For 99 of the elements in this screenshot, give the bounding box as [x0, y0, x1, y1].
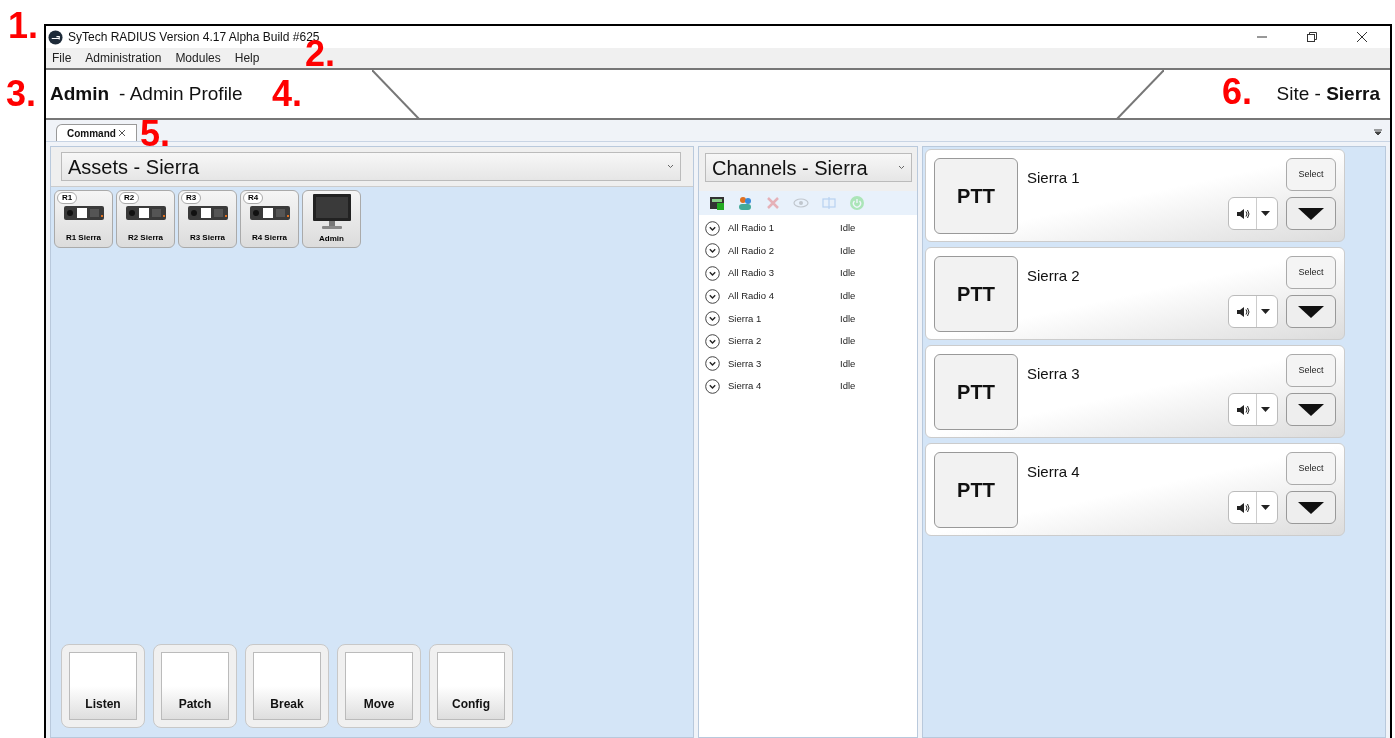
channel-status: Idle — [840, 221, 856, 236]
channel-status: Idle — [840, 311, 856, 326]
channel-name: All Radio 4 — [728, 288, 775, 303]
callout-number: 3. — [6, 76, 37, 112]
volume-button[interactable] — [1228, 393, 1278, 426]
chevron-down-icon — [667, 164, 674, 169]
speaker-icon — [1237, 208, 1250, 219]
monitor-icon — [311, 193, 352, 231]
asset-tile[interactable]: Admin — [302, 190, 361, 248]
expand-button[interactable] — [1286, 393, 1336, 426]
chevron-circle-icon[interactable] — [705, 378, 720, 394]
radio-device-icon — [125, 206, 166, 220]
channel-name: Sierra 4 — [728, 379, 763, 394]
expand-button[interactable] — [1286, 197, 1336, 230]
expand-button[interactable] — [1286, 295, 1336, 328]
ptt-button[interactable]: PTT — [934, 354, 1018, 430]
caret-down-icon[interactable] — [1261, 309, 1270, 314]
caret-down-icon — [1298, 305, 1324, 318]
volume-button[interactable] — [1228, 197, 1278, 230]
radio-device-icon — [63, 206, 104, 220]
menu-item[interactable]: Modules — [175, 49, 221, 67]
tab[interactable]: Command — [56, 124, 137, 141]
caret-down-icon[interactable] — [1261, 407, 1270, 412]
channel-name: Sierra 2 — [728, 334, 763, 349]
channel-name: All Radio 1 — [728, 221, 775, 236]
caret-down-icon[interactable] — [1261, 211, 1270, 216]
chevron-circle-icon[interactable] — [705, 266, 720, 281]
chevron-circle-icon[interactable] — [705, 288, 720, 304]
channel-title: Sierra 3 — [1027, 364, 1080, 383]
asset-tile[interactable]: R4 R4 Sierra — [240, 190, 299, 248]
channel-status: Idle — [840, 266, 856, 281]
volume-button[interactable] — [1228, 491, 1278, 524]
chevron-circle-icon[interactable] — [705, 333, 720, 349]
chevron-circle-icon[interactable] — [705, 243, 720, 259]
callout-number: 4. — [272, 76, 303, 112]
site-label: Site - Sierra — [1276, 81, 1380, 106]
callout-number: 5. — [140, 116, 171, 152]
user-name: Admin — [50, 81, 110, 106]
speaker-icon — [1237, 306, 1250, 317]
speaker-icon — [1237, 404, 1250, 415]
asset-tile[interactable]: R1 R1 Sierra — [54, 190, 113, 248]
channel-status: Idle — [840, 379, 856, 394]
users-icon[interactable] — [737, 195, 753, 211]
close-icon[interactable] — [1356, 31, 1368, 43]
menu-item[interactable]: File — [52, 49, 72, 67]
ptt-button[interactable]: PTT — [934, 256, 1018, 332]
channel-status: Idle — [840, 288, 856, 303]
asset-badge: R2 — [119, 192, 140, 204]
caret-down-icon — [1298, 403, 1324, 416]
select-button[interactable]: Select — [1286, 452, 1336, 485]
callout-number: 6. — [1222, 74, 1253, 110]
select-button[interactable]: Select — [1286, 354, 1336, 387]
channel-status: Idle — [840, 243, 856, 258]
channel-name: All Radio 3 — [728, 266, 775, 281]
overflow-menu-icon[interactable] — [1374, 129, 1382, 136]
ptt-button[interactable]: PTT — [934, 158, 1018, 234]
asset-badge: R3 — [181, 192, 202, 204]
chevron-circle-icon[interactable] — [705, 220, 720, 236]
add-screen-icon[interactable] — [709, 195, 725, 211]
chevron-down-icon — [898, 165, 905, 170]
profile-name: - Admin Profile — [119, 81, 243, 106]
asset-badge: R1 — [57, 192, 78, 204]
channel-status: Idle — [840, 356, 856, 371]
close-icon[interactable] — [117, 129, 126, 137]
app-logo-icon — [48, 29, 63, 45]
channel-title: Sierra 1 — [1027, 168, 1080, 187]
action-button[interactable]: Move — [337, 644, 421, 728]
caret-down-icon — [1298, 207, 1324, 220]
action-button[interactable]: Listen — [61, 644, 145, 728]
select-button[interactable]: Select — [1286, 158, 1336, 191]
asset-tile[interactable]: R2 R2 Sierra — [116, 190, 175, 248]
asset-badge: R4 — [243, 192, 264, 204]
restore-icon[interactable] — [1306, 31, 1318, 43]
menu-item[interactable]: Administration — [85, 49, 162, 67]
select-button[interactable]: Select — [1286, 256, 1336, 289]
channel-name: Sierra 3 — [728, 356, 763, 371]
channel-status: Idle — [840, 334, 856, 349]
channels-dropdown[interactable]: Channels - Sierra — [705, 153, 912, 182]
action-button[interactable]: Patch — [153, 644, 237, 728]
callout-number: 1. — [8, 8, 39, 44]
channel-name: Sierra 1 — [728, 311, 763, 326]
caret-down-icon[interactable] — [1261, 505, 1270, 510]
radio-device-icon — [187, 206, 228, 220]
caret-down-icon — [1298, 501, 1324, 514]
menu-item[interactable]: Help — [234, 49, 260, 67]
radio-device-icon — [249, 206, 290, 220]
channel-name: All Radio 2 — [728, 243, 775, 258]
action-button[interactable]: Config — [429, 644, 513, 728]
speaker-icon — [1237, 502, 1250, 513]
chevron-circle-icon[interactable] — [705, 311, 720, 327]
action-button[interactable]: Break — [245, 644, 329, 728]
expand-button[interactable] — [1286, 491, 1336, 524]
channel-title: Sierra 4 — [1027, 462, 1080, 481]
chevron-circle-icon[interactable] — [705, 356, 720, 372]
assets-dropdown[interactable]: Assets - Sierra — [61, 152, 681, 181]
channel-title: Sierra 2 — [1027, 266, 1080, 285]
asset-tile[interactable]: R3 R3 Sierra — [178, 190, 237, 248]
ptt-button[interactable]: PTT — [934, 452, 1018, 528]
volume-button[interactable] — [1228, 295, 1278, 328]
